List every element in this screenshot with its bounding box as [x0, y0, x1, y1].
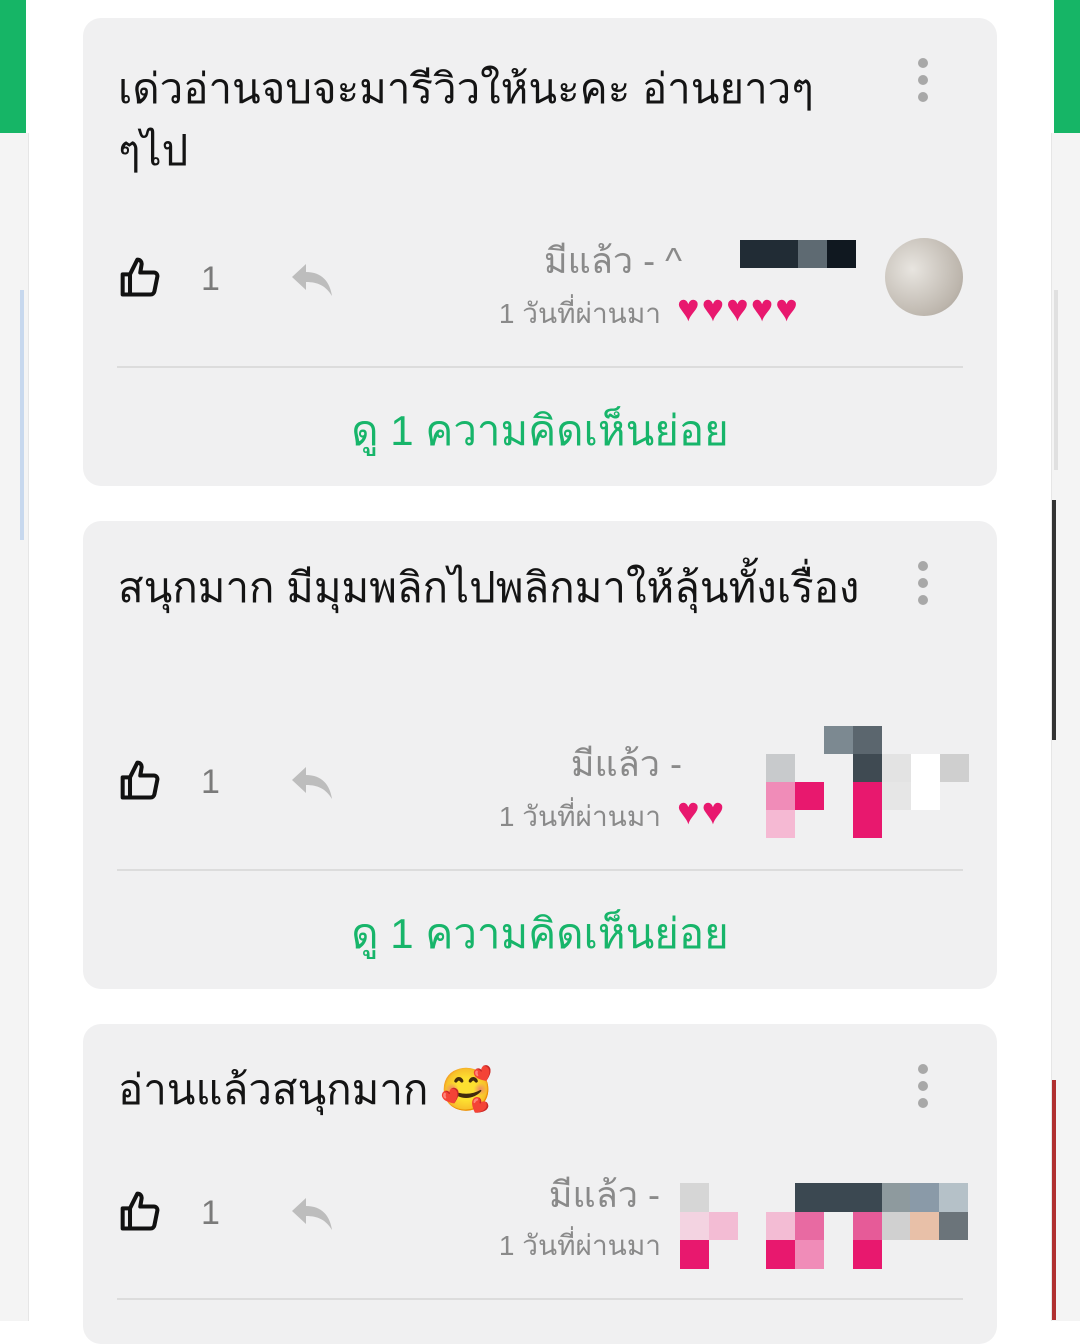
divider: [117, 869, 963, 871]
like-count: 1: [201, 260, 220, 298]
reply-arrow-icon[interactable]: [288, 763, 336, 803]
divider: [117, 366, 963, 368]
censored-username: [766, 726, 969, 838]
comment-card: สนุกมาก มีมุมพลิกไปพลิกมาให้ลุ้นทั้งเรื่…: [83, 521, 997, 989]
comment-text: สนุกมาก มีมุมพลิกไปพลิกมาให้ลุ้นทั้งเรื่…: [118, 564, 860, 611]
more-vertical-icon[interactable]: [911, 1064, 935, 1108]
author-name[interactable]: มีแล้ว - ^: [544, 232, 682, 289]
comment-card: เด่วอ่านจบจะมารีวิวให้นะคะ อ่านยาวๆ ๆไป …: [83, 18, 997, 486]
reply-arrow-icon[interactable]: [288, 1194, 336, 1234]
author-name[interactable]: มีแล้ว -: [549, 1166, 660, 1223]
background-panel-left: [0, 0, 26, 133]
author-name[interactable]: มีแล้ว -: [571, 735, 682, 792]
view-replies-link[interactable]: ดู 1 ความคิดเห็นย่อย: [83, 398, 997, 464]
background-edge: [1054, 290, 1058, 470]
background-edge: [20, 290, 24, 540]
censored-username: [680, 1183, 968, 1269]
comment-text: อ่านแล้วสนุกมาก 🥰: [118, 1066, 493, 1113]
heart-rating: ♥ ♥: [677, 791, 725, 833]
comment-time: 1 วันที่ผ่านมา: [498, 1230, 661, 1261]
more-vertical-icon[interactable]: [911, 58, 935, 102]
avatar[interactable]: [885, 238, 963, 316]
view-replies-link[interactable]: ดู 1 ความคิดเห็นย่อย: [83, 901, 997, 967]
comment-time: 1 วันที่ผ่านมา: [498, 298, 661, 329]
background-strip-left: [0, 133, 29, 1321]
thumbs-up-icon[interactable]: [119, 1190, 163, 1234]
comment-text: เด่วอ่านจบจะมารีวิวให้นะคะ อ่านยาวๆ ๆไป: [118, 65, 814, 174]
divider: [117, 1298, 963, 1300]
background-edge: [1052, 500, 1056, 740]
heart-rating: ♥ ♥ ♥ ♥ ♥: [677, 288, 798, 330]
background-edge: [1052, 1080, 1056, 1320]
more-vertical-icon[interactable]: [911, 561, 935, 605]
like-count: 1: [201, 1194, 220, 1232]
reply-arrow-icon[interactable]: [288, 260, 336, 300]
censored-username: [740, 240, 856, 268]
background-panel-right: [1054, 0, 1080, 133]
thumbs-up-icon[interactable]: [119, 256, 163, 300]
comment-time: 1 วันที่ผ่านมา: [498, 801, 661, 832]
comment-card: อ่านแล้วสนุกมาก 🥰 1 มีแล้ว - 1 วันที่ผ่า…: [83, 1024, 997, 1344]
thumbs-up-icon[interactable]: [119, 759, 163, 803]
like-count: 1: [201, 763, 220, 801]
